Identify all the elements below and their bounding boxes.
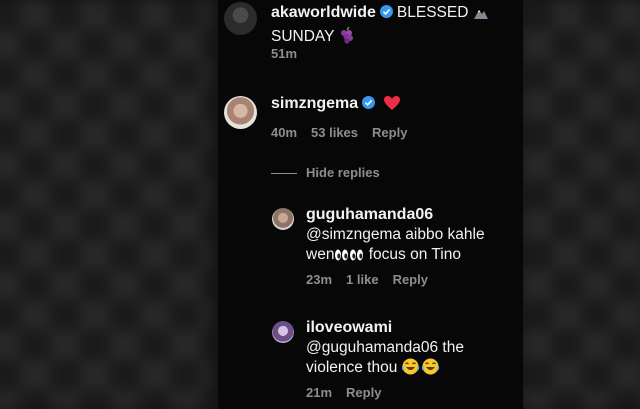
blurred-background-right	[522, 0, 640, 409]
comment-username[interactable]: akaworldwide	[271, 4, 376, 21]
avatar[interactable]	[224, 96, 257, 129]
comment-username[interactable]: guguhamanda06	[306, 206, 433, 223]
comment-time: 21m	[306, 385, 333, 400]
avatar[interactable]	[272, 321, 294, 343]
reply-button[interactable]: Reply	[372, 125, 407, 140]
reply-button[interactable]: Reply	[346, 385, 381, 400]
eyes-emoji-icon	[334, 248, 364, 268]
comment-text-part: focus on Tino	[368, 246, 461, 263]
red-heart-emoji-icon	[383, 95, 401, 117]
verified-badge-icon	[379, 5, 393, 18]
laughing-emoji-icon	[401, 358, 440, 381]
comment-text: BLESSED	[396, 4, 469, 21]
blurred-background-left	[0, 0, 210, 409]
grapes-emoji-icon	[338, 26, 356, 50]
comment-username[interactable]: iloveowami	[306, 319, 392, 336]
comment-text: @guguhamanda06 the	[306, 339, 464, 356]
comment-username[interactable]: simzngema	[271, 95, 358, 112]
comments-panel: akaworldwide BLESSED SUNDAY 51m simzngema…	[218, 0, 523, 409]
comment-time: 23m	[306, 272, 333, 287]
avatar[interactable]	[272, 208, 294, 230]
comment-likes[interactable]: 1 like	[346, 272, 379, 287]
comment-likes[interactable]: 53 likes	[311, 125, 358, 140]
mountain-emoji-icon	[473, 6, 489, 26]
avatar[interactable]	[224, 2, 257, 35]
reply-button[interactable]: Reply	[393, 272, 428, 287]
comment-time: 51m	[271, 46, 298, 61]
hide-replies-button[interactable]: Hide replies	[306, 165, 380, 180]
comment-text-line2: SUNDAY	[271, 28, 335, 45]
comment-time: 40m	[271, 125, 298, 140]
hide-replies-line	[271, 173, 297, 174]
verified-badge-icon	[362, 96, 376, 109]
comment-text-part: wen	[306, 246, 335, 263]
comment-text: @simzngema aibbo kahle	[306, 226, 485, 243]
comment-text-part: violence thou	[306, 359, 398, 376]
